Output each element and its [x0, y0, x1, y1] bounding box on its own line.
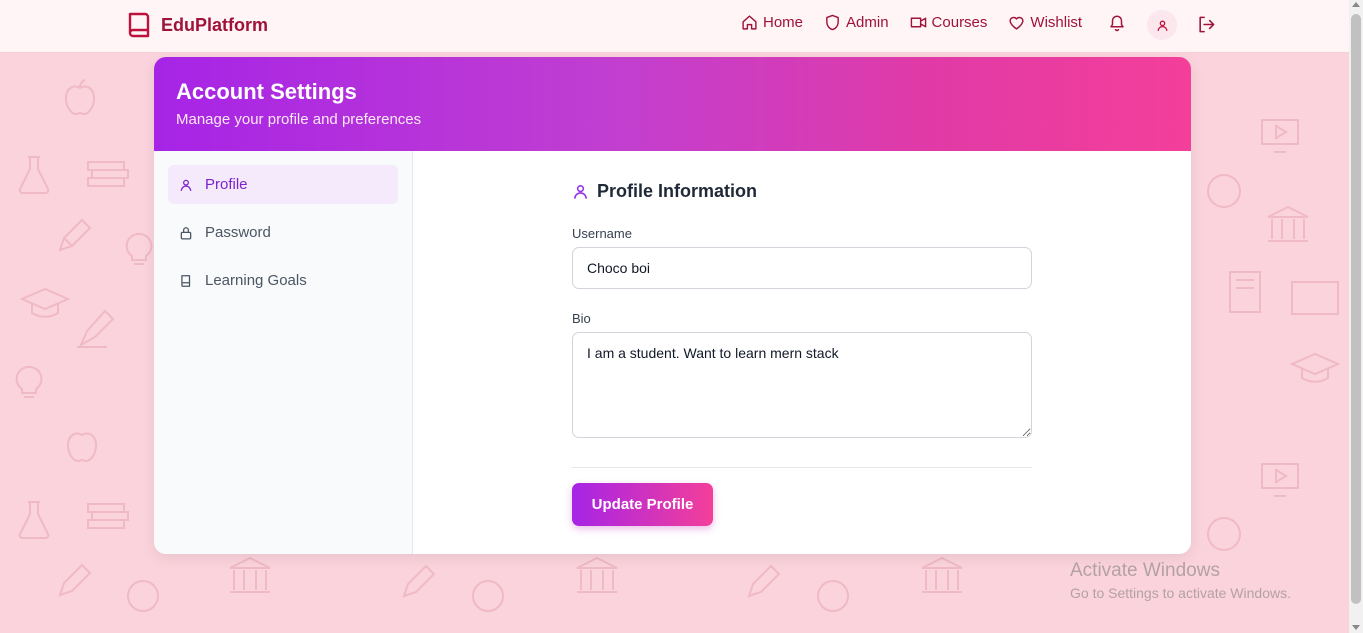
book-logo-icon: [128, 12, 150, 38]
nav-wishlist-link[interactable]: Wishlist: [1008, 14, 1082, 31]
account-settings-card: Account Settings Manage your profile and…: [154, 57, 1191, 554]
scroll-down-arrow[interactable]: [1352, 625, 1360, 630]
pencil-paper-doodle-icon: [77, 309, 115, 348]
sidebar-item-password[interactable]: Password: [168, 213, 398, 252]
activate-windows-watermark: Activate Windows Go to Settings to activ…: [1070, 560, 1291, 601]
update-profile-button[interactable]: Update Profile: [572, 483, 713, 526]
flask-doodle-icon: [18, 156, 50, 194]
watermark-title: Activate Windows: [1070, 560, 1220, 581]
globe-doodle-icon: [1207, 174, 1241, 208]
books-doodle-icon: [87, 161, 129, 187]
user-icon: [574, 185, 587, 199]
scroll-thumb[interactable]: [1351, 14, 1361, 604]
section-title: Profile Information: [572, 181, 1032, 202]
nav-admin-link[interactable]: Admin: [824, 14, 889, 31]
monitor-play-doodle-icon: [1261, 119, 1299, 153]
bio-label: Bio: [572, 311, 591, 326]
nav-home-link[interactable]: Home: [741, 14, 803, 31]
brand-name: EduPlatform: [161, 14, 269, 35]
lock-icon: [180, 226, 192, 239]
bulb-doodle-icon: [125, 232, 153, 265]
apple-doodle-icon: [66, 432, 98, 463]
sidebar-item-learning-goals[interactable]: Learning Goals: [168, 261, 398, 300]
logout-button[interactable]: [1197, 15, 1216, 39]
brand-logo[interactable]: EduPlatform: [127, 11, 268, 39]
museum-doodle-icon: [1267, 205, 1309, 242]
user-icon: [180, 179, 192, 191]
pencil-doodle-icon: [58, 218, 92, 252]
museum-doodle-icon: [229, 556, 271, 593]
nav-home-label: Home: [763, 14, 804, 31]
profile-form: Profile Information Username Bio I am a …: [572, 151, 1032, 526]
pencil-doodle-icon: [58, 563, 92, 597]
book-icon: [181, 274, 191, 287]
notifications-button[interactable]: [1108, 13, 1126, 38]
shield-icon: [826, 14, 839, 31]
museum-doodle-icon: [921, 556, 963, 593]
user-icon: [1157, 20, 1167, 31]
diploma-doodle-icon: [1291, 281, 1339, 315]
flask-doodle-icon: [18, 501, 50, 539]
compass-doodle-icon: [127, 580, 159, 612]
nav-wishlist-label: Wishlist: [1030, 14, 1083, 31]
monitor-play-doodle-icon: [1261, 463, 1299, 497]
heart-icon: [1009, 16, 1024, 30]
page-subtitle: Manage your profile and preferences: [176, 111, 422, 128]
mortarboard-doodle-icon: [1290, 352, 1340, 383]
apple-doodle-icon: [64, 79, 96, 116]
books-doodle-icon: [87, 503, 129, 529]
pencil-doodle-icon: [402, 564, 436, 598]
card-header: Account Settings Manage your profile and…: [154, 57, 1191, 151]
username-input[interactable]: [572, 247, 1032, 289]
settings-sidebar: Profile Password Learning Goals: [154, 151, 413, 554]
nav-admin-label: Admin: [846, 14, 889, 31]
section-title-text: Profile Information: [597, 181, 758, 201]
user-avatar-button[interactable]: [1147, 10, 1177, 40]
sidebar-item-label: Profile: [205, 176, 248, 193]
scroll-up-arrow[interactable]: [1352, 2, 1360, 7]
certificate-doodle-icon: [1229, 271, 1261, 313]
globe-doodle-icon: [1207, 517, 1241, 551]
mortarboard-doodle-icon: [20, 287, 70, 318]
nav-courses-label: Courses: [931, 14, 988, 31]
bulb-doodle-icon: [15, 365, 43, 398]
form-divider: [572, 467, 1032, 468]
top-navbar: EduPlatform Home Admin Courses Wishlist: [0, 0, 1349, 53]
vertical-scrollbar[interactable]: [1349, 0, 1363, 633]
bio-textarea[interactable]: I am a student. Want to learn mern stack: [572, 332, 1032, 438]
sidebar-item-label: Learning Goals: [205, 272, 307, 289]
nav-courses-link[interactable]: Courses: [910, 14, 988, 31]
nav-links: Home Admin Courses Wishlist: [741, 14, 1103, 31]
museum-doodle-icon: [576, 556, 618, 593]
watermark-subtitle: Go to Settings to activate Windows.: [1070, 585, 1291, 601]
sidebar-item-profile[interactable]: Profile: [168, 165, 398, 204]
home-icon: [742, 15, 757, 30]
compass-doodle-icon: [472, 580, 504, 612]
username-label: Username: [572, 226, 632, 241]
bell-icon: [1110, 15, 1124, 32]
logout-icon: [1199, 16, 1215, 33]
page-title: Account Settings: [176, 79, 357, 104]
pencil-doodle-icon: [747, 564, 781, 598]
video-icon: [910, 17, 926, 28]
compass-doodle-icon: [817, 580, 849, 612]
sidebar-item-label: Password: [205, 224, 271, 241]
